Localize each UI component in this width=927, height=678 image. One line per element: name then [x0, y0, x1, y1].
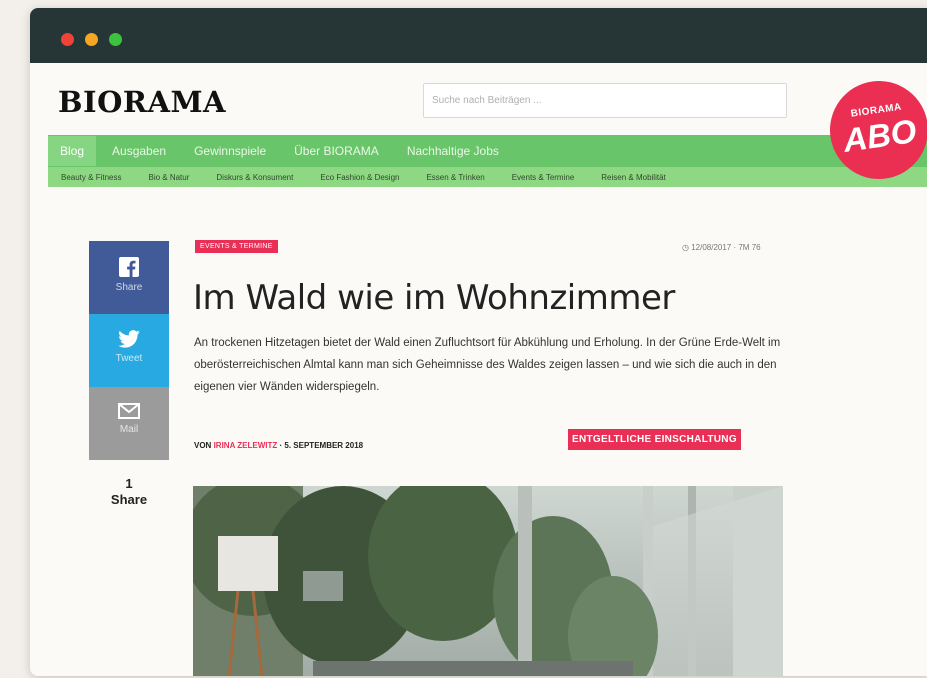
twitter-share-button[interactable]: Tweet [89, 314, 169, 387]
category-tag[interactable]: EVENTS & TERMINE [195, 240, 278, 253]
browser-window: BIORAMA Suche nach Beiträgen ... Blog Au… [30, 8, 927, 676]
article-meta: ◷ 12/08/2017 · 7M 76 [682, 243, 761, 252]
subnav-item-fashion[interactable]: Eco Fashion & Design [320, 173, 399, 182]
facebook-share-label: Share [115, 282, 143, 293]
mail-share-button[interactable]: Mail [89, 387, 169, 460]
subnav-item-bio[interactable]: Bio & Natur [148, 173, 189, 182]
facebook-icon [119, 257, 139, 277]
twitter-share-label: Tweet [115, 353, 143, 364]
maximize-window-button[interactable] [109, 33, 122, 46]
minimize-window-button[interactable] [85, 33, 98, 46]
site-logo[interactable]: BIORAMA [58, 85, 226, 119]
envelope-icon [118, 403, 140, 419]
twitter-icon [118, 330, 140, 348]
article-date: · 5. SEPTEMBER 2018 [279, 441, 364, 450]
subnav-item-beauty[interactable]: Beauty & Fitness [61, 173, 121, 182]
subnav-item-diskurs[interactable]: Diskurs & Konsument [216, 173, 293, 182]
nav-item-blog[interactable]: Blog [48, 136, 97, 166]
share-count: 1 Share [89, 476, 169, 508]
share-sidebar: Share Tweet Mail 1 Share [89, 241, 169, 508]
nav-item-jobs[interactable]: Nachhaltige Jobs [407, 138, 499, 164]
article-title: Im Wald wie im Wohnzimmer [193, 278, 675, 318]
nav-item-ueber[interactable]: Über BIORAMA [294, 138, 379, 164]
nav-item-ausgaben[interactable]: Ausgaben [112, 138, 166, 164]
mail-share-label: Mail [119, 424, 139, 435]
subnav-item-essen[interactable]: Essen & Trinken [426, 173, 484, 182]
article-hero-image [193, 486, 783, 676]
share-count-number: 1 [125, 476, 133, 491]
primary-nav: Blog Ausgaben Gewinnspiele Über BIORAMA … [48, 135, 927, 167]
search-input[interactable]: Suche nach Beiträgen ... [423, 83, 787, 118]
nav-item-gewinnspiele[interactable]: Gewinnspiele [194, 138, 266, 164]
byline-prefix: VON [194, 441, 212, 450]
window-titlebar [30, 8, 927, 63]
sponsored-badge: ENTGELTLICHE EINSCHALTUNG [568, 429, 741, 450]
secondary-nav: Beauty & Fitness Bio & Natur Diskurs & K… [48, 167, 927, 187]
subnav-item-events[interactable]: Events & Termine [512, 173, 575, 182]
article-lead: An trockenen Hitzetagen bietet der Wald … [194, 337, 781, 393]
share-count-label: Share [110, 492, 148, 507]
article-byline: VON IRINA ZELEWITZ · 5. SEPTEMBER 2018 [194, 441, 363, 450]
close-window-button[interactable] [61, 33, 74, 46]
site-header: BIORAMA Suche nach Beiträgen ... [30, 63, 927, 135]
subnav-item-reisen[interactable]: Reisen & Mobilität [601, 173, 665, 182]
author-link[interactable]: IRINA ZELEWITZ [214, 441, 278, 450]
facebook-share-button[interactable]: Share [89, 241, 169, 314]
